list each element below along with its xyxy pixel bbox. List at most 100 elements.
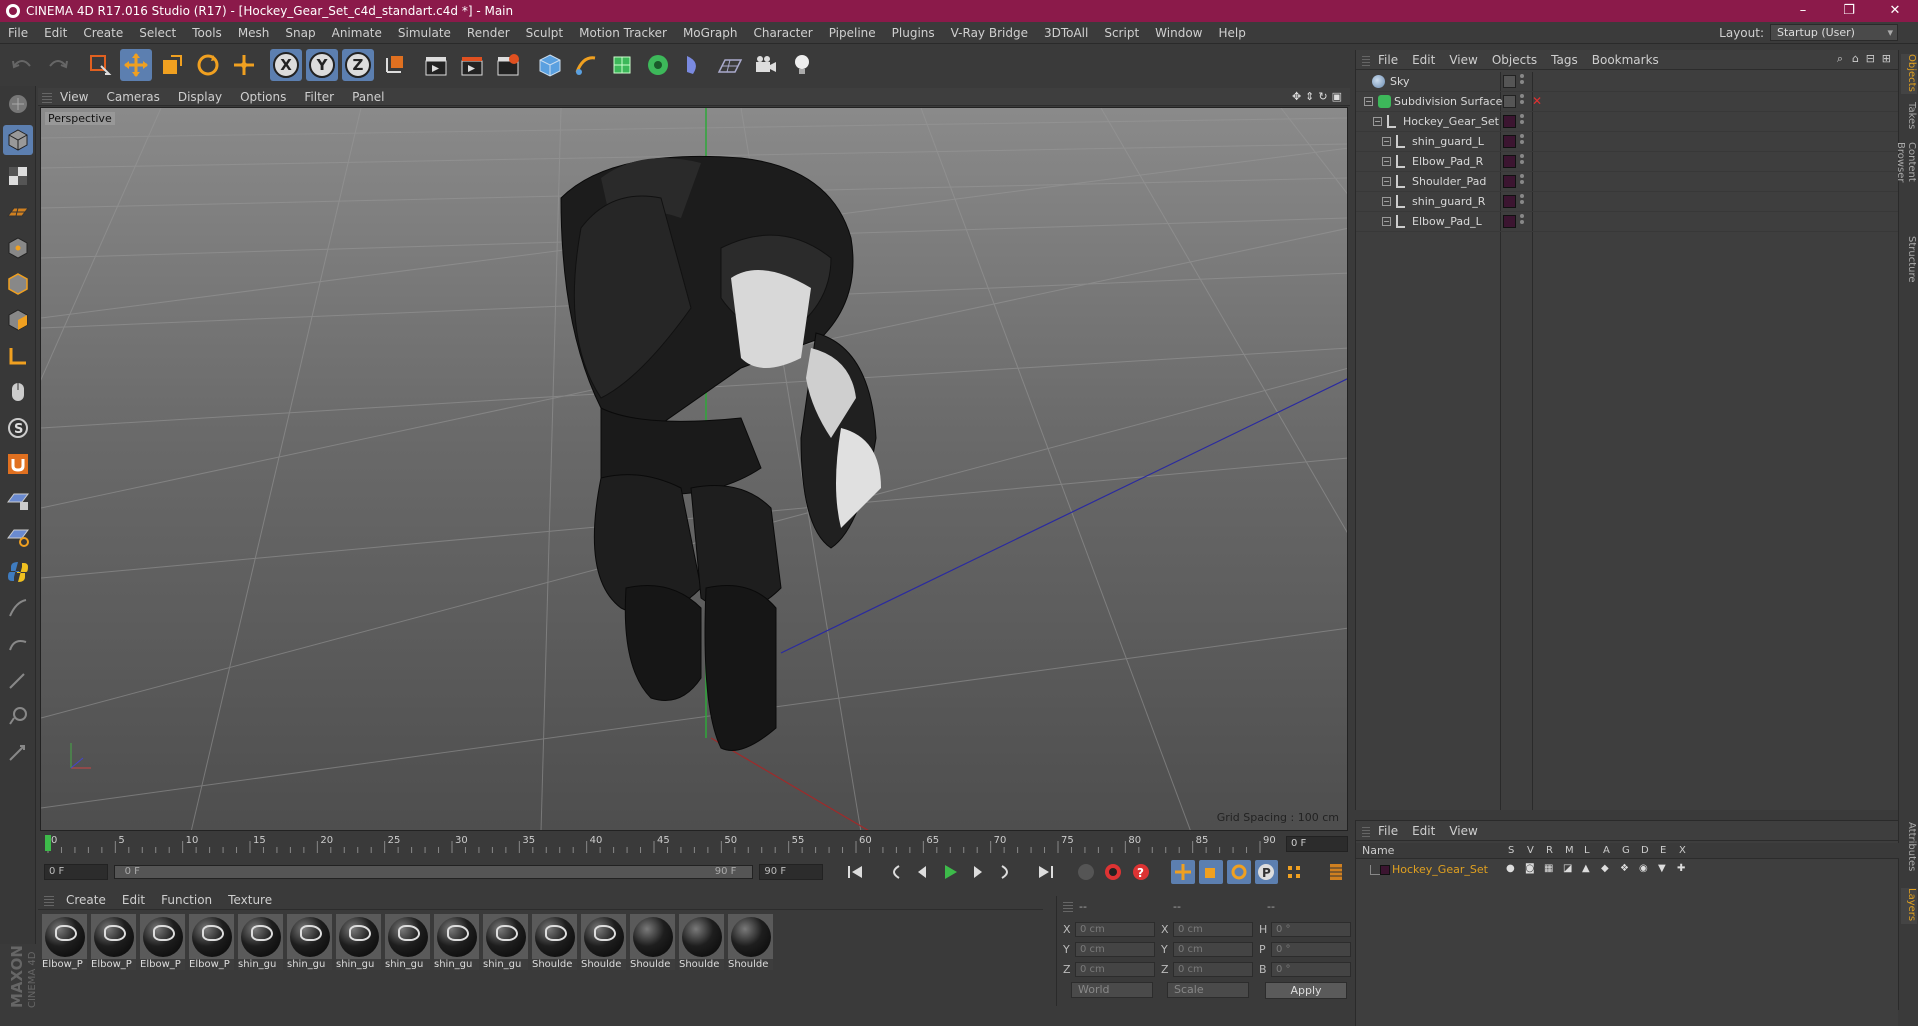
layer-column-d[interactable]: D (1641, 845, 1649, 856)
layer-column-x[interactable]: X (1679, 845, 1686, 856)
scale-tool-button[interactable] (156, 49, 188, 81)
render-settings-button[interactable] (492, 49, 524, 81)
solo-mode-button[interactable]: S (3, 413, 33, 443)
undo-button[interactable] (6, 49, 38, 81)
menu-tools[interactable]: Tools (184, 26, 230, 40)
material-swatch[interactable]: shin_gu (287, 914, 334, 984)
object-name[interactable]: shin_guard_R (1412, 195, 1485, 208)
planar-workplane-button[interactable] (3, 521, 33, 551)
layer-column-s[interactable]: S (1508, 845, 1514, 856)
goto-start-button[interactable] (843, 860, 867, 884)
new-view-icon[interactable]: ⊞ (1882, 52, 1891, 65)
layer-color-swatch[interactable] (1380, 865, 1390, 875)
object-row[interactable]: − Shoulder_Pad (1356, 172, 1899, 192)
material-swatch[interactable]: shin_gu (336, 914, 383, 984)
rotate-tool-button[interactable] (192, 49, 224, 81)
menu-plugins[interactable]: Plugins (884, 26, 943, 40)
viewport-menu-filter[interactable]: Filter (304, 90, 344, 104)
position-x-field[interactable]: 0 cm (1075, 922, 1155, 937)
camera-button[interactable] (750, 49, 782, 81)
perspective-viewport[interactable]: Perspective Grid Spacing : 100 cm (40, 107, 1348, 831)
goto-end-button[interactable] (1034, 860, 1058, 884)
redo-button[interactable] (42, 49, 74, 81)
layers-menu-edit[interactable]: Edit (1412, 824, 1435, 838)
render-view-button[interactable] (420, 49, 452, 81)
timeline-window-button[interactable] (1324, 860, 1348, 884)
visibility-dots-icon[interactable] (1520, 194, 1524, 206)
panel-grip-icon[interactable] (1063, 900, 1073, 912)
layer-color-icon[interactable] (1503, 175, 1516, 188)
object-row[interactable]: − Subdivision Surface ✕ (1356, 92, 1899, 112)
object-row[interactable]: Sky (1356, 72, 1899, 92)
visibility-dots-icon[interactable] (1520, 134, 1524, 146)
key-scale-button[interactable] (1198, 860, 1223, 884)
viewport-menu-options[interactable]: Options (240, 90, 296, 104)
minimize-button[interactable]: – (1780, 0, 1826, 22)
expand-toggle-icon[interactable]: − (1382, 157, 1391, 166)
size-x-field[interactable]: 0 cm (1173, 922, 1253, 937)
visibility-dots-icon[interactable] (1520, 74, 1524, 86)
material-swatch[interactable]: shin_gu (385, 914, 432, 984)
smooth-tool-button[interactable] (3, 737, 33, 767)
playhead-marker[interactable] (45, 835, 51, 851)
visibility-dots-icon[interactable] (1520, 94, 1524, 106)
layer-toggle-icon[interactable]: ▼ (1658, 863, 1666, 874)
menu-pipeline[interactable]: Pipeline (821, 26, 884, 40)
play-button[interactable] (938, 860, 962, 884)
menu-mograph[interactable]: MoGraph (675, 26, 746, 40)
restore-button[interactable]: ❐ (1826, 0, 1872, 22)
material-swatch[interactable]: shin_gu (238, 914, 285, 984)
objects-menu-edit[interactable]: Edit (1412, 53, 1435, 67)
next-frame-button[interactable] (966, 860, 990, 884)
expand-toggle-icon[interactable]: − (1364, 97, 1373, 106)
tweak-mode-button[interactable] (3, 377, 33, 407)
layer-color-icon[interactable] (1503, 215, 1516, 228)
menu-snap[interactable]: Snap (277, 26, 323, 40)
camera-label[interactable]: Perspective (45, 112, 115, 125)
object-name[interactable]: Elbow_Pad_R (1412, 155, 1483, 168)
layer-toggle-icon[interactable]: ▦ (1544, 863, 1553, 874)
menu-mesh[interactable]: Mesh (230, 26, 278, 40)
viewport-menu-panel[interactable]: Panel (352, 90, 394, 104)
layer-toggle-icon[interactable]: ◪ (1563, 863, 1572, 874)
move-tool-button[interactable] (120, 49, 152, 81)
key-position-button[interactable] (1171, 860, 1195, 884)
layer-column-l[interactable]: L (1584, 845, 1590, 856)
layer-toggle-icon[interactable]: ❖ (1620, 863, 1629, 874)
material-swatch[interactable]: shin_gu (434, 914, 481, 984)
menu-file[interactable]: File (0, 26, 36, 40)
rotation-b-field[interactable]: 0 ° (1271, 962, 1351, 977)
material-swatch[interactable]: Elbow_P (189, 914, 236, 984)
material-menu-edit[interactable]: Edit (122, 893, 145, 907)
layers-menu-file[interactable]: File (1378, 824, 1398, 838)
menu-render[interactable]: Render (459, 26, 518, 40)
light-button[interactable] (786, 49, 818, 81)
material-menu-texture[interactable]: Texture (228, 893, 272, 907)
model-mode-button[interactable] (3, 125, 33, 155)
orbit-icon[interactable]: ↻ (1318, 90, 1327, 103)
menu-window[interactable]: Window (1147, 26, 1210, 40)
layer-row[interactable]: Hockey_Gear_Set ● ◙ ▦ ◪ ▲ ◆ ❖ ◉ ▼ ✚ (1356, 861, 1899, 879)
size-y-field[interactable]: 0 cm (1173, 942, 1253, 957)
visibility-dots-icon[interactable] (1520, 114, 1524, 126)
expand-toggle-icon[interactable]: − (1382, 177, 1391, 186)
cloner-button[interactable] (642, 49, 674, 81)
coordinate-space-dropdown[interactable]: World (1071, 982, 1153, 998)
coordinate-system-button[interactable] (378, 49, 410, 81)
layer-color-icon[interactable] (1503, 115, 1516, 128)
y-axis-lock-button[interactable]: Y (306, 49, 338, 81)
menu-script[interactable]: Script (1096, 26, 1147, 40)
current-frame-field[interactable]: 0 F (1286, 836, 1348, 852)
layer-color-icon[interactable] (1503, 155, 1516, 168)
layer-toggle-icon[interactable]: ▲ (1582, 863, 1590, 874)
filter-icon[interactable]: ⊟ (1866, 52, 1875, 65)
menu-3dtoall[interactable]: 3DToAll (1036, 26, 1096, 40)
expand-toggle-icon[interactable]: − (1382, 197, 1391, 206)
layer-name[interactable]: Hockey_Gear_Set (1392, 863, 1488, 876)
knife-tool-button[interactable] (3, 665, 33, 695)
enable-x-icon[interactable]: ✕ (1532, 94, 1542, 108)
tab-structure[interactable]: Structure (1901, 236, 1917, 286)
layer-column-r[interactable]: R (1546, 845, 1553, 856)
render-picture-viewer-button[interactable] (456, 49, 488, 81)
position-z-field[interactable]: 0 cm (1075, 962, 1155, 977)
